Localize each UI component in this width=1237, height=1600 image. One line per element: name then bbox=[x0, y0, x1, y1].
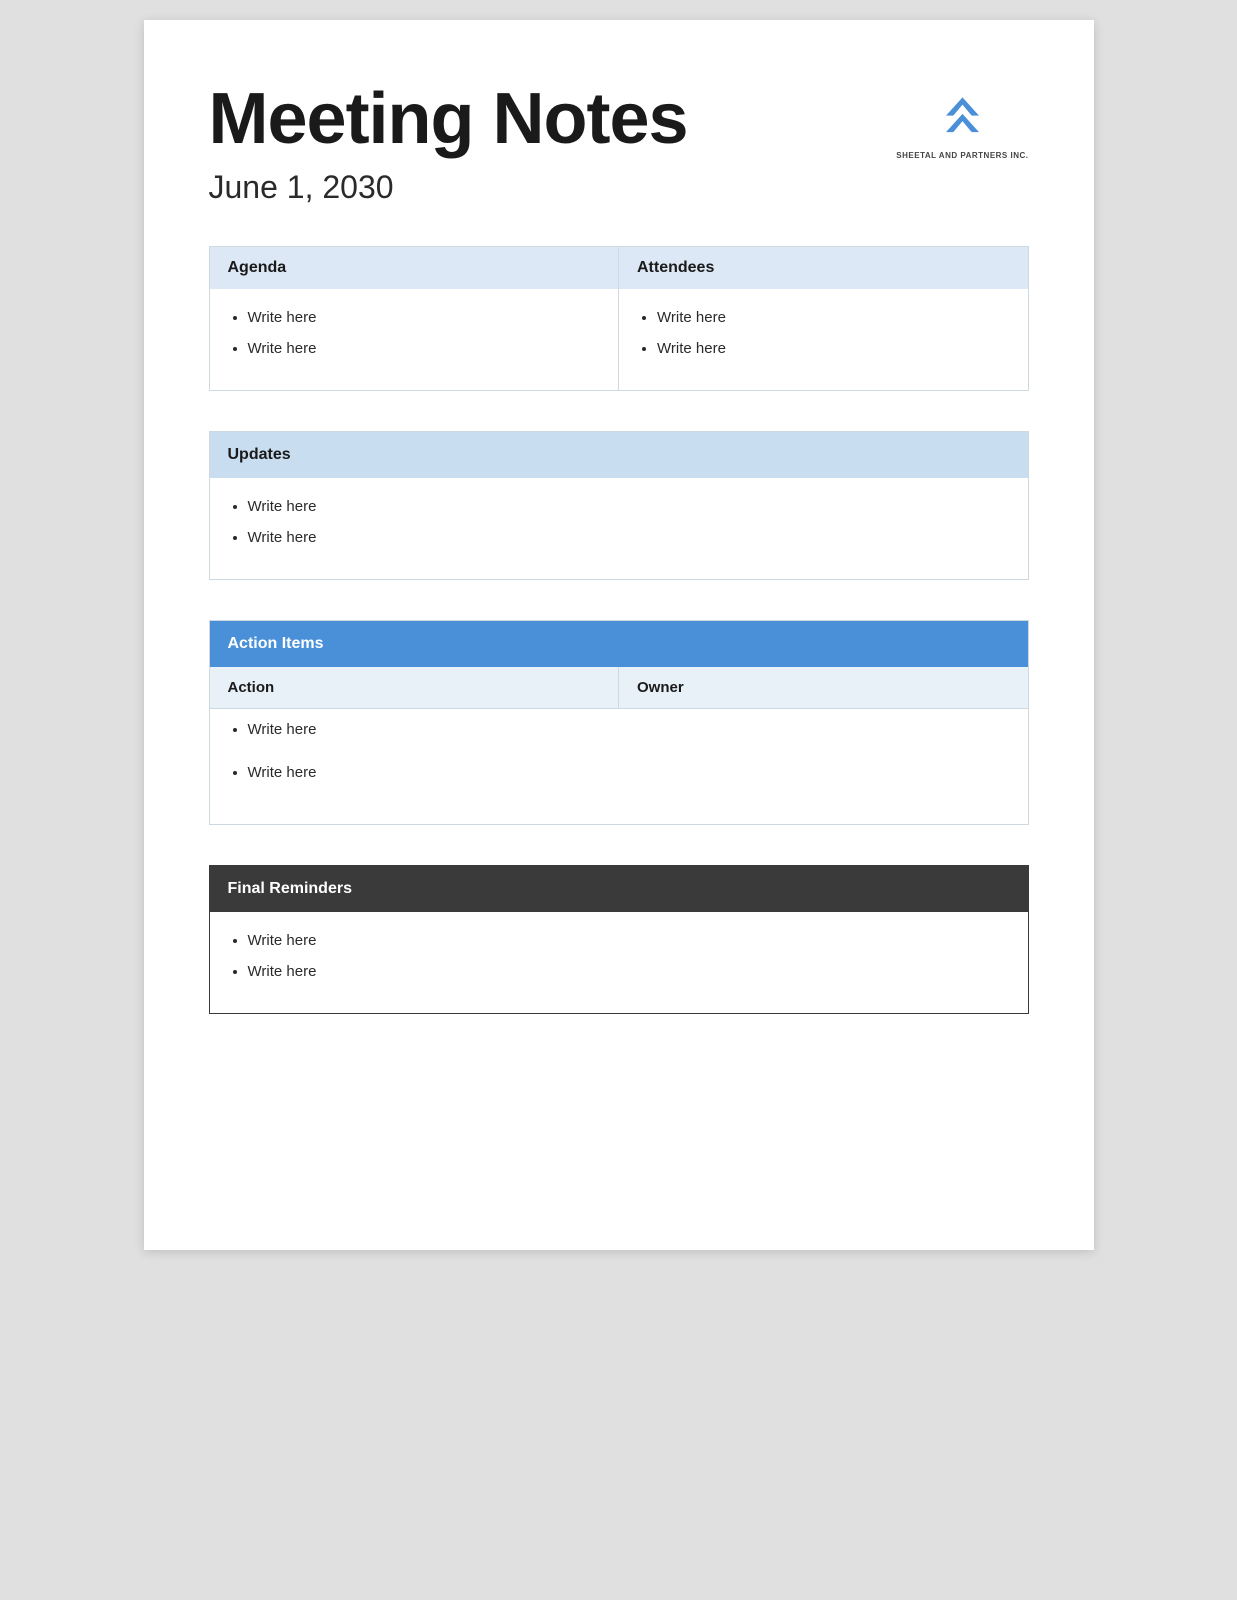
updates-content: Write here Write here bbox=[210, 478, 1028, 579]
agenda-header: Agenda bbox=[210, 247, 619, 289]
final-reminders-section: Final Reminders Write here Write here bbox=[209, 865, 1029, 1014]
attendees-content: Write here Write here bbox=[619, 289, 1028, 390]
attendees-list: Write here Write here bbox=[647, 307, 1010, 360]
action-items-header: Action Items bbox=[210, 621, 1028, 667]
final-reminders-header: Final Reminders bbox=[210, 866, 1028, 912]
company-logo-icon bbox=[935, 90, 990, 145]
header-section: Meeting Notes June 1, 2030 SHEETAL AND P… bbox=[209, 80, 1029, 206]
updates-section: Updates Write here Write here bbox=[209, 431, 1029, 580]
list-item: Write here bbox=[248, 762, 1010, 785]
action-rows: Write here Write here bbox=[210, 709, 1028, 824]
agenda-column: Agenda Write here Write here bbox=[210, 247, 620, 390]
document-page: Meeting Notes June 1, 2030 SHEETAL AND P… bbox=[144, 20, 1094, 1250]
list-item: Write here bbox=[248, 930, 1010, 953]
list-item: Write here bbox=[248, 719, 1010, 742]
list-item: Write here bbox=[248, 338, 601, 361]
list-item: Write here bbox=[657, 307, 1010, 330]
owner-col-header: Owner bbox=[619, 667, 1028, 708]
list-item: Write here bbox=[248, 527, 1010, 550]
final-reminders-list: Write here Write here bbox=[238, 930, 1010, 983]
company-name: SHEETAL AND PARTNERS INC. bbox=[896, 150, 1028, 161]
agenda-list: Write here Write here bbox=[238, 307, 601, 360]
updates-list: Write here Write here bbox=[238, 496, 1010, 549]
agenda-attendees-section: Agenda Write here Write here Attendees W… bbox=[209, 246, 1029, 391]
list-item: Write here bbox=[248, 961, 1010, 984]
action-col-header: Action bbox=[210, 667, 620, 708]
list-item: Write here bbox=[248, 496, 1010, 519]
action-table-header: Action Owner bbox=[210, 667, 1028, 709]
attendees-column: Attendees Write here Write here bbox=[619, 247, 1028, 390]
list-item: Write here bbox=[657, 338, 1010, 361]
action-items-section: Action Items Action Owner Write here Wri… bbox=[209, 620, 1029, 825]
updates-header: Updates bbox=[210, 432, 1028, 478]
agenda-content: Write here Write here bbox=[210, 289, 619, 390]
logo-area: SHEETAL AND PARTNERS INC. bbox=[896, 90, 1028, 161]
page-date: June 1, 2030 bbox=[209, 169, 1029, 206]
attendees-header: Attendees bbox=[619, 247, 1028, 289]
list-item: Write here bbox=[248, 307, 601, 330]
action-list: Write here Write here bbox=[238, 719, 1010, 784]
final-reminders-content: Write here Write here bbox=[210, 912, 1028, 1013]
